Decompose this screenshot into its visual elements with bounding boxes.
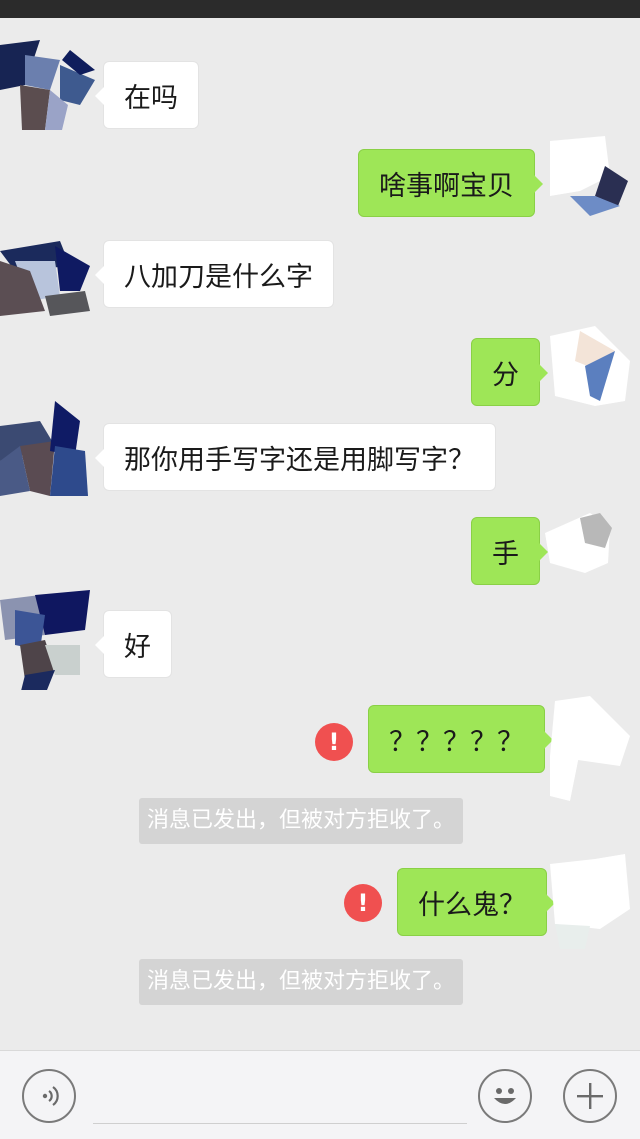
exclamation-icon: ! xyxy=(357,889,369,917)
self-avatar[interactable] xyxy=(540,508,640,608)
message-bubble-received[interactable]: 好 xyxy=(95,610,172,678)
chat-area[interactable]: 在吗 啥事啊宝贝 八加刀是什么字 分 那你用手写字还是用脚写字？ 手 好 ! ？… xyxy=(0,18,640,1050)
exclamation-icon: ! xyxy=(328,728,340,756)
message-text: 手 xyxy=(492,538,519,570)
emoji-button[interactable] xyxy=(478,1069,532,1123)
message-text: 什么鬼？ xyxy=(418,889,526,921)
self-avatar[interactable] xyxy=(540,326,640,426)
input-bar xyxy=(0,1050,640,1139)
system-notice-text: 消息已发出，但被对方拒收了。 xyxy=(147,969,456,994)
contact-avatar[interactable] xyxy=(0,590,100,695)
message-input[interactable] xyxy=(93,1065,467,1124)
message-text: ？？？？？ xyxy=(389,726,524,758)
voice-icon xyxy=(42,1086,59,1106)
message-bubble-sent[interactable]: 什么鬼？ xyxy=(397,868,555,936)
send-failed-icon[interactable]: ! xyxy=(315,723,353,761)
message-bubble-sent[interactable]: 手 xyxy=(471,517,548,585)
message-text: 啥事啊宝贝 xyxy=(379,170,514,202)
message-bubble-received[interactable]: 八加刀是什么字 xyxy=(95,240,334,308)
message-text: 八加刀是什么字 xyxy=(124,261,313,293)
system-notice: 消息已发出，但被对方拒收了。 xyxy=(139,959,464,1005)
message-bubble-sent[interactable]: 啥事啊宝贝 xyxy=(358,149,543,217)
message-text: 在吗 xyxy=(124,82,178,114)
system-notice-text: 消息已发出，但被对方拒收了。 xyxy=(147,808,456,833)
status-bar xyxy=(0,0,640,18)
contact-avatar[interactable] xyxy=(0,236,100,336)
emoji-icon xyxy=(494,1088,516,1104)
send-failed-icon[interactable]: ! xyxy=(344,884,382,922)
self-avatar[interactable] xyxy=(540,136,640,236)
message-text: 那你用手写字还是用脚写字？ xyxy=(124,444,475,476)
more-button[interactable] xyxy=(563,1069,617,1123)
message-bubble-received[interactable]: 在吗 xyxy=(95,61,199,129)
message-bubble-sent[interactable]: ？？？？？ xyxy=(368,705,553,773)
contact-avatar[interactable] xyxy=(0,40,100,140)
contact-avatar[interactable] xyxy=(0,401,100,501)
self-avatar[interactable] xyxy=(540,854,640,954)
message-text: 分 xyxy=(492,359,519,391)
message-text: 好 xyxy=(124,631,151,663)
self-avatar[interactable] xyxy=(540,696,640,801)
plus-icon xyxy=(577,1083,603,1109)
message-bubble-sent[interactable]: 分 xyxy=(471,338,548,406)
message-bubble-received[interactable]: 那你用手写字还是用脚写字？ xyxy=(95,423,496,491)
voice-button[interactable] xyxy=(22,1069,76,1123)
system-notice: 消息已发出，但被对方拒收了。 xyxy=(139,798,464,844)
